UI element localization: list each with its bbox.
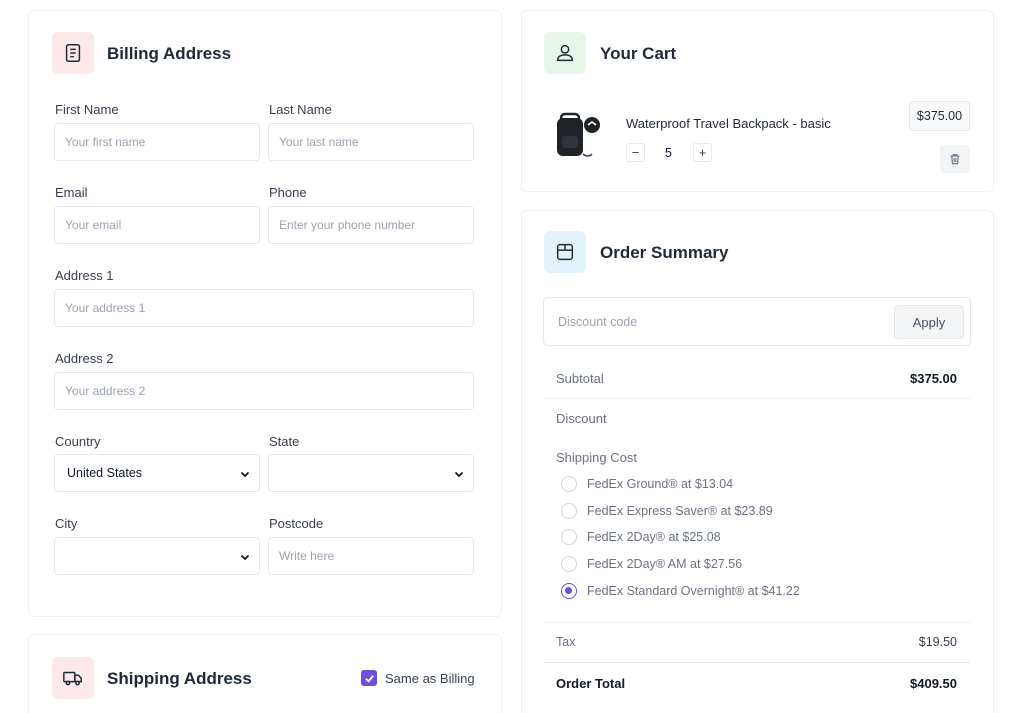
chevron-down-icon (240, 554, 250, 561)
cart-icon-box (544, 32, 586, 74)
order-total-value: $409.50 (910, 676, 957, 691)
summary-title: Order Summary (600, 243, 729, 262)
first-name-label: First Name (55, 102, 119, 117)
shipping-option[interactable]: FedEx Express Saver® at $23.89 (561, 503, 773, 519)
email-label: Email (55, 185, 88, 200)
phone-label: Phone (269, 185, 307, 200)
last-name-label: Last Name (269, 102, 332, 117)
tax-label: Tax (556, 635, 576, 649)
state-label: State (269, 434, 300, 449)
shipping-option-radio[interactable] (561, 529, 577, 545)
check-icon (364, 674, 374, 683)
shipping-option[interactable]: FedEx Ground® at $13.04 (561, 476, 733, 492)
subtotal-label: Subtotal (556, 371, 604, 386)
product-image (548, 108, 604, 164)
backpack-icon (557, 112, 600, 157)
shipping-option-label: FedEx Ground® at $13.04 (587, 477, 734, 491)
chevron-down-icon (454, 471, 464, 478)
trash-icon (950, 154, 960, 165)
country-select[interactable]: United States (54, 454, 260, 492)
quantity-decrement-button[interactable]: − (626, 143, 645, 162)
address1-input[interactable] (54, 289, 474, 327)
quantity-increment-button[interactable]: + (693, 143, 712, 162)
phone-input[interactable] (268, 206, 474, 244)
address1-label: Address 1 (55, 268, 114, 283)
plus-icon: + (698, 145, 707, 160)
discount-code-input[interactable] (548, 303, 888, 341)
city-label: City (55, 516, 78, 531)
country-label: Country (55, 434, 101, 449)
shipping-option-label: FedEx 2Day® AM at $27.56 (587, 557, 743, 571)
summary-icon-box (544, 231, 586, 273)
quantity-value: 5 (665, 146, 672, 160)
same-as-billing-checkbox[interactable] (361, 670, 377, 686)
address2-label: Address 2 (55, 351, 114, 366)
shipping-option-radio[interactable] (561, 583, 577, 599)
postcode-input[interactable] (268, 537, 474, 575)
document-list-icon (65, 44, 81, 62)
chevron-down-icon (240, 471, 250, 478)
cart-title: Your Cart (600, 44, 677, 63)
shipping-option-label: FedEx Standard Overnight® at $41.22 (587, 584, 800, 598)
tax-value: $19.50 (918, 635, 957, 649)
shipping-option-selected[interactable]: FedEx Standard Overnight® at $41.22 (561, 583, 800, 599)
same-as-billing-toggle[interactable]: Same as Billing (361, 670, 475, 686)
divider (544, 662, 970, 663)
truck-icon (63, 671, 82, 686)
shipping-title: Shipping Address (107, 669, 252, 688)
subtotal-value: $375.00 (910, 371, 957, 386)
remove-item-button[interactable] (940, 145, 970, 173)
shipping-option-radio[interactable] (561, 503, 577, 519)
discount-label: Discount (556, 411, 607, 426)
email-input[interactable] (54, 206, 260, 244)
postcode-label: Postcode (269, 516, 324, 531)
shipping-option-label: FedEx 2Day® at $25.08 (587, 530, 721, 544)
shipping-option-label: FedEx Express Saver® at $23.89 (587, 504, 773, 518)
shipping-option[interactable]: FedEx 2Day® at $25.08 (561, 529, 721, 545)
divider (544, 398, 970, 399)
city-select[interactable] (54, 537, 260, 575)
minus-icon: − (631, 145, 640, 160)
shipping-cost-label: Shipping Cost (556, 450, 637, 465)
first-name-input[interactable] (54, 123, 260, 161)
divider (544, 622, 970, 623)
user-icon (556, 44, 574, 62)
state-select[interactable] (268, 454, 474, 492)
shipping-icon-box (52, 657, 94, 699)
address2-input[interactable] (54, 372, 474, 410)
shipping-option[interactable]: FedEx 2Day® AM at $27.56 (561, 556, 742, 572)
billing-title: Billing Address (107, 44, 232, 63)
last-name-input[interactable] (268, 123, 474, 161)
shipping-option-radio[interactable] (561, 476, 577, 492)
product-price: $375.00 (916, 109, 963, 123)
product-name: Waterproof Travel Backpack - basic (626, 116, 831, 131)
order-total-label: Order Total (556, 676, 626, 691)
same-as-billing-label: Same as Billing (385, 670, 475, 686)
country-value: United States (67, 466, 143, 480)
apply-label: Apply (912, 314, 946, 330)
apply-discount-button[interactable]: Apply (894, 305, 964, 339)
billing-icon-box (52, 32, 94, 74)
box-icon (556, 243, 574, 261)
product-price-badge: $375.00 (909, 101, 970, 131)
shipping-option-radio[interactable] (561, 556, 577, 572)
